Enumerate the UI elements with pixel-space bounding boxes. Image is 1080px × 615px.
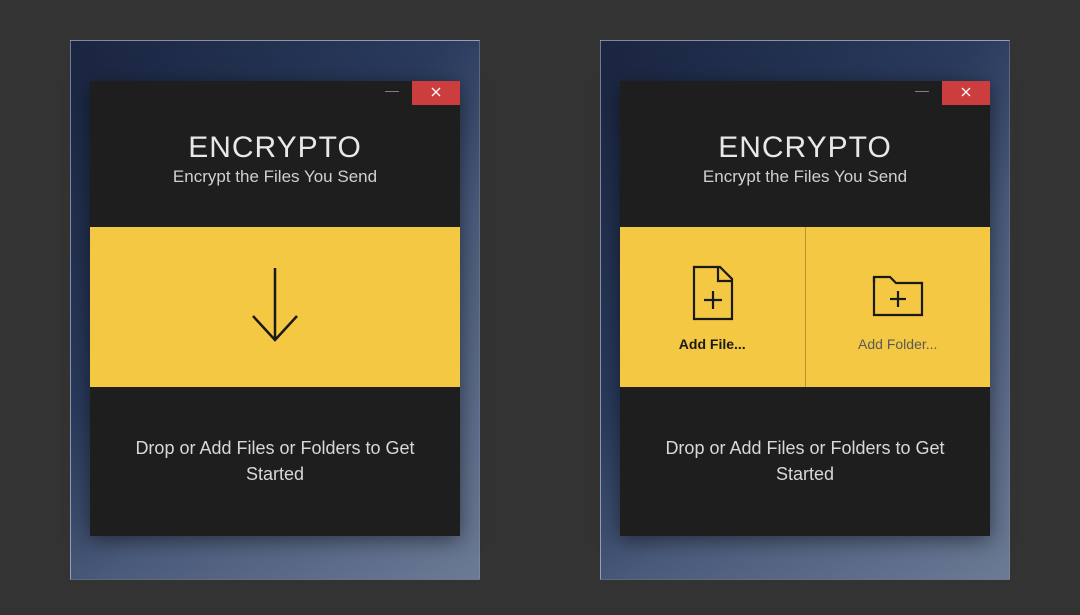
app-title: ENCRYPTO [110,131,440,165]
footer-section: Drop or Add Files or Folders to Get Star… [620,387,990,536]
app-title: ENCRYPTO [640,131,970,165]
arrow-down-icon [245,266,305,349]
header-section: ENCRYPTO Encrypt the Files You Send [90,109,460,227]
minimize-icon: — [385,82,399,98]
minimize-button[interactable]: — [902,81,942,103]
file-plus-icon [682,263,742,326]
close-icon [431,84,441,102]
screenshot-frame-right: — ENCRYPTO Encrypt the Files You Send [600,40,1010,580]
add-file-button[interactable]: Add File... [620,227,806,387]
close-button[interactable] [942,81,990,105]
add-folder-label: Add Folder... [858,336,937,352]
minimize-icon: — [915,82,929,98]
app-subtitle: Encrypt the Files You Send [640,167,970,187]
header-section: ENCRYPTO Encrypt the Files You Send [620,109,990,227]
folder-plus-icon [868,263,928,326]
footer-section: Drop or Add Files or Folders to Get Star… [90,387,460,536]
titlebar: — [620,81,990,109]
screenshot-frame-left: — ENCRYPTO Encrypt the Files You Send [70,40,480,580]
close-button[interactable] [412,81,460,105]
drop-zone[interactable] [90,227,460,387]
close-icon [961,84,971,102]
add-file-label: Add File... [679,336,746,352]
minimize-button[interactable]: — [372,81,412,103]
encrypto-window-default: — ENCRYPTO Encrypt the Files You Send [90,81,460,536]
app-subtitle: Encrypt the Files You Send [110,167,440,187]
add-controls-zone: Add File... Add Folder... [620,227,990,387]
encrypto-window-add-options: — ENCRYPTO Encrypt the Files You Send [620,81,990,536]
instruction-text: Drop or Add Files or Folders to Get Star… [660,436,950,486]
add-folder-button[interactable]: Add Folder... [806,227,991,387]
instruction-text: Drop or Add Files or Folders to Get Star… [130,436,420,486]
titlebar: — [90,81,460,109]
